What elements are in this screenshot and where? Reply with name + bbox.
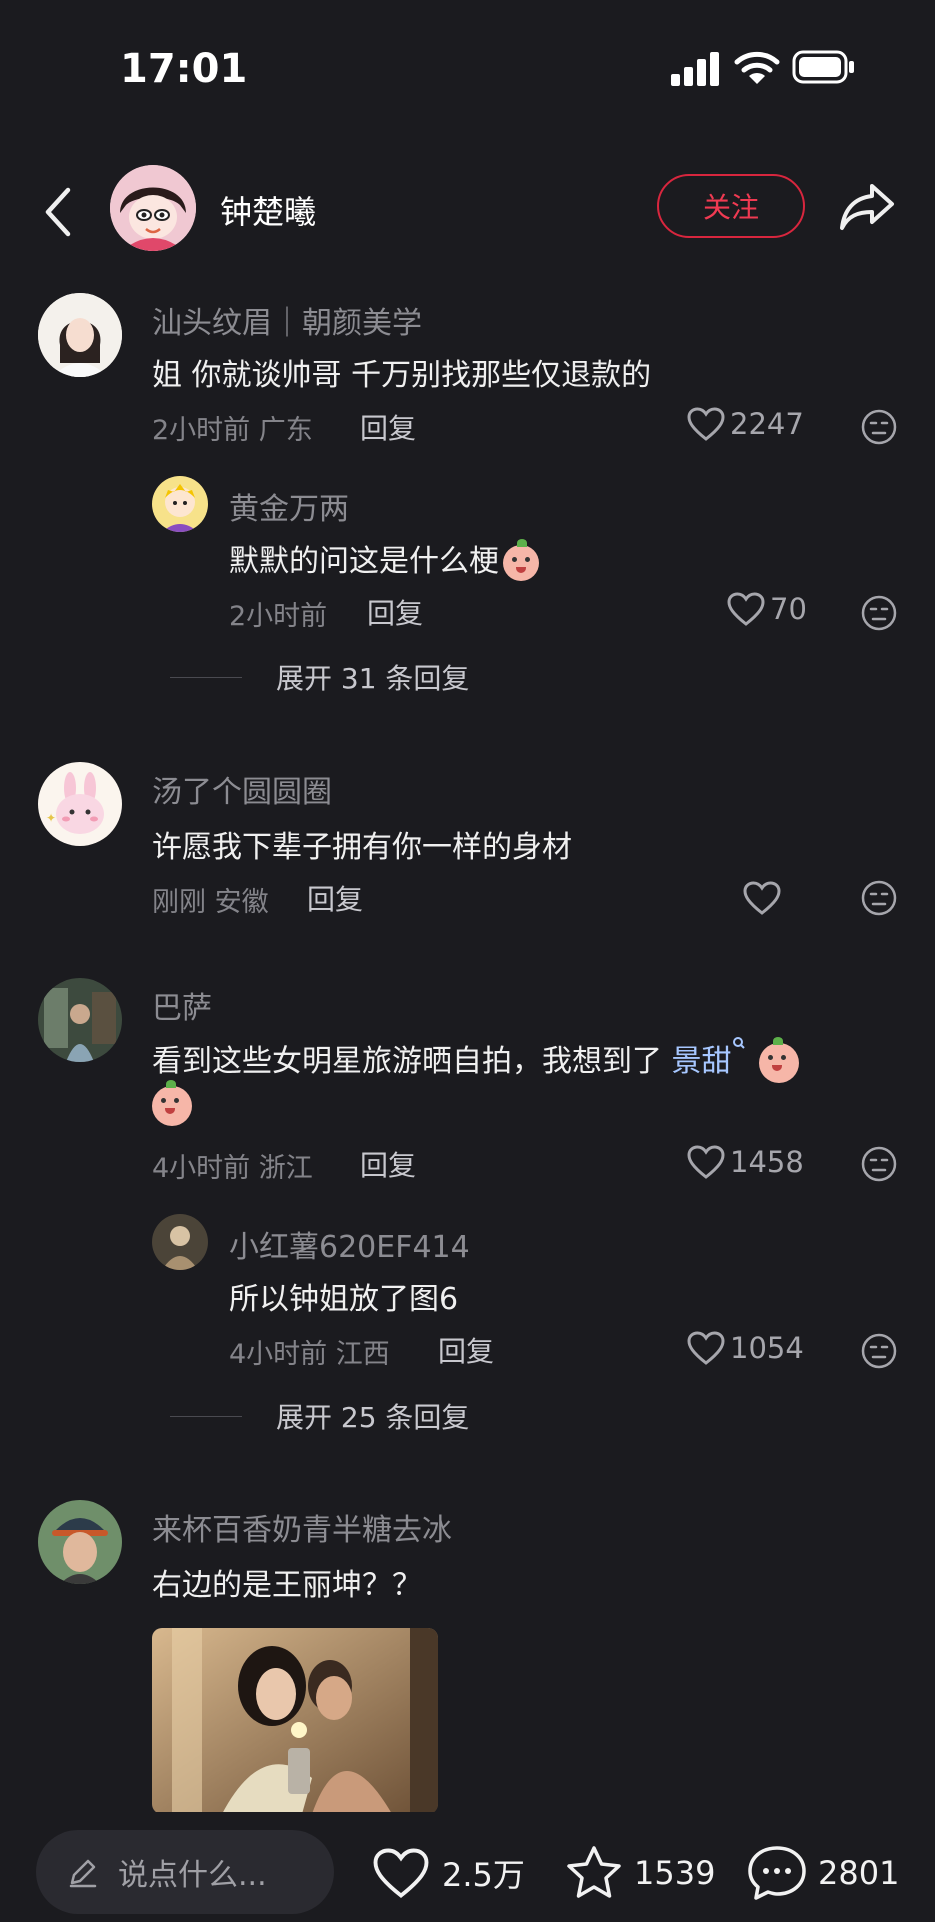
mention-tag[interactable]: 景甜 [671, 1037, 746, 1079]
crying-peach-emoji-icon [503, 538, 539, 581]
comment-text[interactable]: 姐 你就谈帅哥 千万别找那些仅退款的 [152, 350, 651, 394]
expand-replies-button[interactable]: 展开 25 条回复 [170, 1396, 469, 1436]
share-icon[interactable] [838, 180, 896, 234]
expand-replies-label: 展开 25 条回复 [276, 1401, 470, 1434]
expand-replies-label: 展开 31 条回复 [276, 662, 470, 695]
heart-icon [727, 592, 765, 626]
comment-input[interactable]: 说点什么... [36, 1830, 334, 1914]
wifi-icon [734, 51, 780, 84]
post-like-count: 2.5万 [442, 1856, 525, 1894]
favorite-count: 1539 [634, 1854, 716, 1892]
like-count: 1458 [730, 1145, 804, 1179]
mention-tag-label: 景甜 [671, 1044, 732, 1079]
like-count: 2247 [730, 407, 804, 441]
dislike-face-icon[interactable] [860, 879, 898, 917]
svg-text:✦: ✦ [46, 811, 56, 825]
author-avatar[interactable] [110, 165, 196, 251]
like-button[interactable]: 1054 [686, 1330, 804, 1366]
reply-button[interactable]: 回复 [360, 407, 416, 447]
reply-text[interactable]: 所以钟姐放了图6 [229, 1274, 458, 1318]
heart-icon [687, 1331, 725, 1365]
comment-meta: 2小时前 广东 [152, 415, 313, 446]
reply-button[interactable]: 回复 [438, 1330, 494, 1370]
reply-username[interactable]: 黄金万两 [229, 484, 349, 528]
dislike-face-icon[interactable] [860, 1145, 898, 1183]
like-count: 70 [770, 592, 807, 626]
signal-icon [671, 50, 721, 86]
comment-username[interactable]: 来杯百香奶青半糖去冰 [152, 1505, 452, 1549]
like-count: 1054 [730, 1331, 804, 1365]
comment-text[interactable]: 许愿我下辈子拥有你一样的身材 [152, 822, 572, 866]
commenter-avatar[interactable]: ✦ [38, 762, 122, 846]
heart-icon [687, 1145, 725, 1179]
crying-peach-emoji-icon [152, 1080, 192, 1126]
dislike-face-icon[interactable] [860, 1332, 898, 1370]
reply-button[interactable]: 回复 [360, 1144, 416, 1184]
commenter-avatar[interactable] [38, 1500, 122, 1584]
reply-text[interactable]: 默默的问这是什么梗 [229, 536, 539, 581]
like-button[interactable] [742, 880, 786, 916]
reply-text-content: 默默的问这是什么梗 [229, 544, 499, 579]
battery-icon [792, 50, 854, 84]
pencil-icon [69, 1859, 97, 1888]
like-button[interactable]: 2247 [686, 406, 804, 442]
reply-meta: 4小时前 江西 [229, 1339, 390, 1370]
crying-peach-emoji-icon [759, 1036, 800, 1083]
comment-text-content: 看到这些女明星旅游晒自拍，我想到了 [152, 1044, 662, 1079]
comment-text-line2 [152, 1080, 192, 1126]
comment-input-placeholder: 说点什么... [118, 1858, 267, 1893]
follow-button[interactable]: 关注 [657, 174, 805, 238]
comment-username[interactable]: 巴萨 [152, 983, 212, 1027]
expand-replies-button[interactable]: 展开 31 条回复 [170, 657, 469, 697]
comment-text[interactable]: 看到这些女明星旅游晒自拍，我想到了 景甜 [152, 1036, 800, 1083]
back-icon[interactable] [38, 184, 78, 240]
divider-line [170, 1415, 242, 1417]
heart-icon [373, 1848, 429, 1898]
like-button[interactable]: 1458 [686, 1144, 804, 1180]
reply-meta: 2小时前 [229, 601, 328, 632]
comment-image[interactable] [152, 1628, 438, 1814]
replier-avatar[interactable] [152, 476, 208, 532]
like-button[interactable]: 70 [726, 591, 807, 627]
reply-username[interactable]: 小红薯620EF414 [229, 1222, 470, 1266]
author-name[interactable]: 钟楚曦 [220, 187, 316, 233]
star-icon [567, 1846, 621, 1898]
favorite-button[interactable]: 1539 [564, 1843, 715, 1903]
search-small-icon [732, 1037, 745, 1049]
heart-icon [743, 881, 781, 915]
chat-bubble-icon [748, 1846, 806, 1900]
reply-button[interactable]: 回复 [367, 592, 423, 632]
reply-button[interactable]: 回复 [307, 878, 363, 918]
replier-avatar[interactable] [152, 1214, 208, 1270]
dislike-face-icon[interactable] [860, 594, 898, 632]
dislike-face-icon[interactable] [860, 408, 898, 446]
comment-username[interactable]: 汤了个圆圆圈 [152, 767, 332, 811]
commenter-avatar[interactable] [38, 978, 122, 1062]
comment-meta: 4小时前 浙江 [152, 1153, 313, 1184]
heart-icon [687, 407, 725, 441]
commenter-avatar[interactable] [38, 293, 122, 377]
comment-meta: 刚刚 安徽 [152, 887, 269, 918]
post-like-button[interactable]: 2.5万 [370, 1843, 525, 1903]
comment-text[interactable]: 右边的是王丽坤？？ [152, 1560, 422, 1604]
comment-username[interactable]: 汕头纹眉｜朝颜美学 [152, 298, 422, 342]
comment-count: 2801 [818, 1854, 900, 1892]
comments-button[interactable]: 2801 [746, 1843, 899, 1903]
divider-line [170, 676, 242, 678]
status-time: 17:01 [120, 46, 248, 92]
